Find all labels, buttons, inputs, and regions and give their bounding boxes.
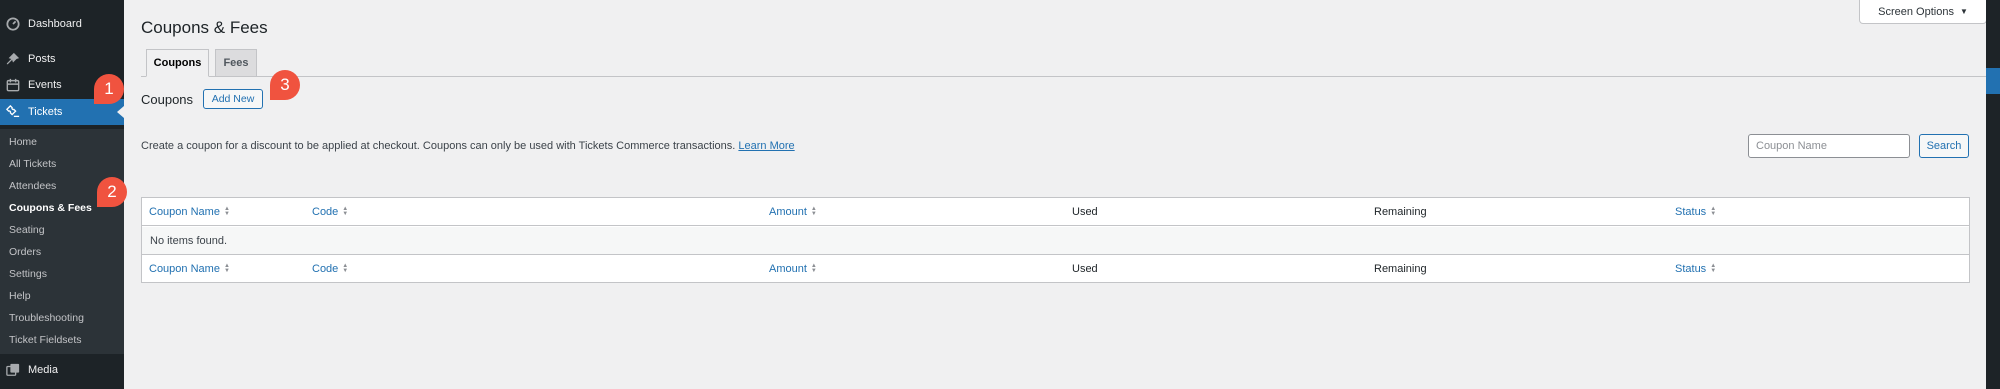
menu-posts[interactable]: Posts xyxy=(0,46,124,72)
sort-icon: ▲ ▼ xyxy=(1710,263,1717,274)
menu-tickets-label: Tickets xyxy=(28,106,63,118)
sort-icon: ▲ ▼ xyxy=(1710,206,1717,217)
menu-posts-label: Posts xyxy=(28,53,56,65)
screen-options-button[interactable]: Screen Options ▼ xyxy=(1859,0,1987,24)
column-used: Used xyxy=(1072,206,1098,218)
sort-icon: ▲ ▼ xyxy=(810,263,817,274)
column-label: Status xyxy=(1675,263,1707,275)
sort-icon: ▲ ▼ xyxy=(342,263,349,274)
column-label: Amount xyxy=(769,206,807,218)
submenu-help[interactable]: Help xyxy=(9,290,31,302)
right-edge-strip xyxy=(1986,0,2000,389)
sort-icon: ▲ ▼ xyxy=(810,206,817,217)
table-footer-row: Coupon Name ▲ ▼ Code ▲ ▼ Amount ▲ ▼ Used Remai… xyxy=(142,255,1969,283)
tab-coupons[interactable]: Coupons xyxy=(146,49,209,77)
tickets-submenu: Home All Tickets Attendees Coupons & Fee… xyxy=(0,129,124,354)
table-row: No items found. xyxy=(142,227,1969,255)
column-remaining-footer: Remaining xyxy=(1374,263,1427,275)
column-label: Coupon Name xyxy=(149,206,220,218)
add-new-button[interactable]: Add New xyxy=(203,89,263,109)
sort-icon: ▲ ▼ xyxy=(223,206,230,217)
column-code-footer[interactable]: Code ▲ ▼ xyxy=(312,263,348,275)
right-strip-highlight xyxy=(1986,68,2000,94)
column-label: Status xyxy=(1675,206,1707,218)
submenu-home[interactable]: Home xyxy=(9,136,37,148)
sort-icon: ▲ ▼ xyxy=(342,206,349,217)
submenu-settings[interactable]: Settings xyxy=(9,268,47,280)
column-remaining: Remaining xyxy=(1374,206,1427,218)
caret-down-icon: ▼ xyxy=(1959,7,1968,16)
menu-media[interactable]: Media xyxy=(0,357,124,383)
submenu-all-tickets[interactable]: All Tickets xyxy=(9,158,56,170)
column-label: Code xyxy=(312,206,339,218)
step-callout-2: 2 xyxy=(97,177,127,207)
ticket-icon xyxy=(6,105,20,119)
submenu-seating[interactable]: Seating xyxy=(9,224,45,236)
description-text: Create a coupon for a discount to be app… xyxy=(141,140,736,152)
column-status-footer[interactable]: Status ▲ ▼ xyxy=(1675,263,1716,275)
column-label: Code xyxy=(312,263,339,275)
search-button[interactable]: Search xyxy=(1919,134,1969,158)
page-title: Coupons & Fees xyxy=(141,18,268,37)
column-amount-footer[interactable]: Amount ▲ ▼ xyxy=(769,263,817,275)
menu-events-label: Events xyxy=(28,79,62,91)
column-label: Coupon Name xyxy=(149,263,220,275)
coupons-table: Coupon Name ▲ ▼ Code ▲ ▼ Amount ▲ ▼ Used Remai… xyxy=(141,197,1970,283)
submenu-ticket-fieldsets[interactable]: Ticket Fieldsets xyxy=(9,334,82,346)
menu-dashboard[interactable]: Dashboard xyxy=(0,11,124,37)
main-content: Coupons & Fees Screen Options ▼ Coupons … xyxy=(124,0,2000,389)
dashboard-icon xyxy=(6,17,20,31)
screen-options-label: Screen Options xyxy=(1878,5,1954,18)
learn-more-link[interactable]: Learn More xyxy=(738,140,794,152)
column-label: Amount xyxy=(769,263,807,275)
sort-icon: ▲ ▼ xyxy=(223,263,230,274)
submenu-troubleshooting[interactable]: Troubleshooting xyxy=(9,312,84,324)
empty-message: No items found. xyxy=(150,235,228,247)
column-amount[interactable]: Amount ▲ ▼ xyxy=(769,206,817,218)
step-callout-3: 3 xyxy=(270,70,300,100)
submenu-attendees[interactable]: Attendees xyxy=(9,180,56,192)
media-icon xyxy=(6,363,20,377)
menu-media-label: Media xyxy=(28,364,58,376)
coupon-search-input[interactable] xyxy=(1748,134,1910,158)
column-status[interactable]: Status ▲ ▼ xyxy=(1675,206,1716,218)
column-coupon-name[interactable]: Coupon Name ▲ ▼ xyxy=(149,206,230,218)
pin-icon xyxy=(6,52,20,66)
tabs-divider xyxy=(141,76,1987,77)
column-coupon-name-footer[interactable]: Coupon Name ▲ ▼ xyxy=(149,263,230,275)
submenu-coupons-fees[interactable]: Coupons & Fees xyxy=(9,202,92,214)
tab-fees[interactable]: Fees xyxy=(215,49,257,77)
submenu-orders[interactable]: Orders xyxy=(9,246,41,258)
menu-dashboard-label: Dashboard xyxy=(28,18,82,30)
table-header-row: Coupon Name ▲ ▼ Code ▲ ▼ Amount ▲ ▼ Used Remai… xyxy=(142,198,1969,226)
page-description: Create a coupon for a discount to be app… xyxy=(141,140,795,152)
step-callout-1: 1 xyxy=(94,74,124,104)
column-code[interactable]: Code ▲ ▼ xyxy=(312,206,348,218)
section-heading: Coupons xyxy=(141,92,194,107)
column-used-footer: Used xyxy=(1072,263,1098,275)
calendar-icon xyxy=(6,78,20,92)
